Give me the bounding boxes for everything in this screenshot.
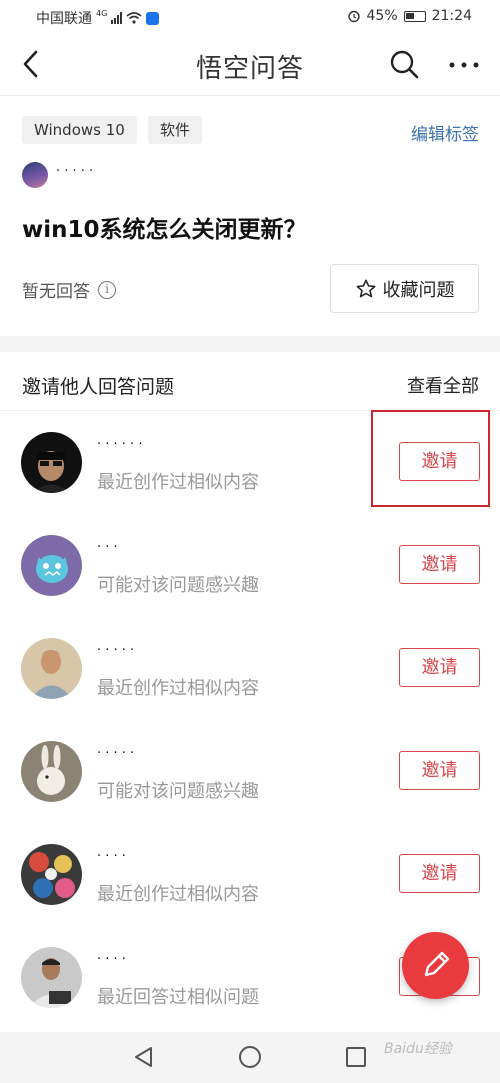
avatar[interactable] <box>21 844 82 905</box>
status-bar: 中国联通 4G 45% 21:24 <box>0 0 500 34</box>
top-nav-bar: 悟空问答 <box>0 34 500 96</box>
more-options-icon[interactable] <box>446 60 482 70</box>
avatar[interactable] <box>21 741 82 802</box>
pencil-icon <box>424 951 450 977</box>
list-item: · · · 可能对该问题感兴趣 邀请 <box>0 514 500 617</box>
answers-status: 暂无回答 i <box>22 277 116 302</box>
write-answer-button[interactable] <box>402 932 469 999</box>
invite-button[interactable]: 邀请 <box>399 648 480 687</box>
user-name[interactable]: · · · · · · <box>97 437 142 452</box>
invite-header: 邀请他人回答问题 查看全部 <box>0 352 500 411</box>
invite-reason: 可能对该问题感兴趣 <box>97 575 259 596</box>
list-item: · · · · · 可能对该问题感兴趣 邀请 <box>0 720 500 823</box>
author-name[interactable]: · · · · · <box>56 164 93 179</box>
star-icon <box>356 279 375 297</box>
system-home-icon[interactable] <box>239 1046 261 1068</box>
invite-button[interactable]: 邀请 <box>399 751 480 790</box>
author-avatar[interactable] <box>22 162 48 188</box>
watermark: Baidu经验 <box>384 1041 452 1057</box>
search-icon[interactable] <box>388 48 420 80</box>
user-name[interactable]: · · · <box>97 540 118 555</box>
system-recent-apps-icon[interactable] <box>346 1047 366 1067</box>
avatar[interactable] <box>21 432 82 493</box>
battery-icon <box>403 10 426 22</box>
signal-icon <box>111 12 123 24</box>
avatar[interactable] <box>21 535 82 596</box>
battery-percent: 45% <box>366 8 398 24</box>
invite-reason: 最近创作过相似内容 <box>97 678 259 699</box>
carrier-label: 中国联通 <box>36 11 92 27</box>
tag-software[interactable]: 软件 <box>148 116 203 144</box>
user-name[interactable]: · · · · · <box>97 643 134 658</box>
tag-windows10[interactable]: Windows 10 <box>22 116 137 144</box>
invite-reason: 最近回答过相似问题 <box>97 987 259 1008</box>
system-back-icon[interactable] <box>133 1046 155 1068</box>
page-title: 悟空问答 <box>195 54 304 84</box>
user-name[interactable]: · · · · <box>97 849 126 864</box>
list-item: · · · · 最近创作过相似内容 邀请 <box>0 823 500 926</box>
collect-question-label: 收藏问题 <box>382 279 455 301</box>
list-item: · · · · · 最近创作过相似内容 邀请 <box>0 617 500 720</box>
security-app-icon <box>146 11 160 25</box>
clock: 21:24 <box>431 8 472 24</box>
avatar[interactable] <box>21 638 82 699</box>
wifi-icon <box>126 12 142 24</box>
invite-reason: 最近创作过相似内容 <box>97 472 259 493</box>
invite-reason: 可能对该问题感兴趣 <box>97 781 259 802</box>
question-card: Windows 10 软件 编辑标签 · · · · · win10系统怎么关闭… <box>0 96 500 336</box>
question-title: win10系统怎么关闭更新？ <box>22 217 307 243</box>
invite-reason: 最近创作过相似内容 <box>97 884 259 905</box>
highlight-box <box>371 410 490 507</box>
edit-tags-link[interactable]: 编辑标签 <box>411 120 479 145</box>
answers-status-label: 暂无回答 <box>22 282 90 302</box>
view-all-link[interactable]: 查看全部 <box>407 372 479 398</box>
info-icon[interactable]: i <box>98 280 116 299</box>
user-name[interactable]: · · · · · <box>97 746 134 761</box>
invite-button[interactable]: 邀请 <box>399 545 480 584</box>
invite-button[interactable]: 邀请 <box>399 854 480 893</box>
network-type: 4G <box>96 8 108 18</box>
alarm-icon <box>347 10 360 23</box>
invite-section-title: 邀请他人回答问题 <box>22 376 175 398</box>
avatar[interactable] <box>21 947 82 1008</box>
user-name[interactable]: · · · · <box>97 952 126 967</box>
collect-question-button[interactable]: 收藏问题 <box>330 264 479 313</box>
